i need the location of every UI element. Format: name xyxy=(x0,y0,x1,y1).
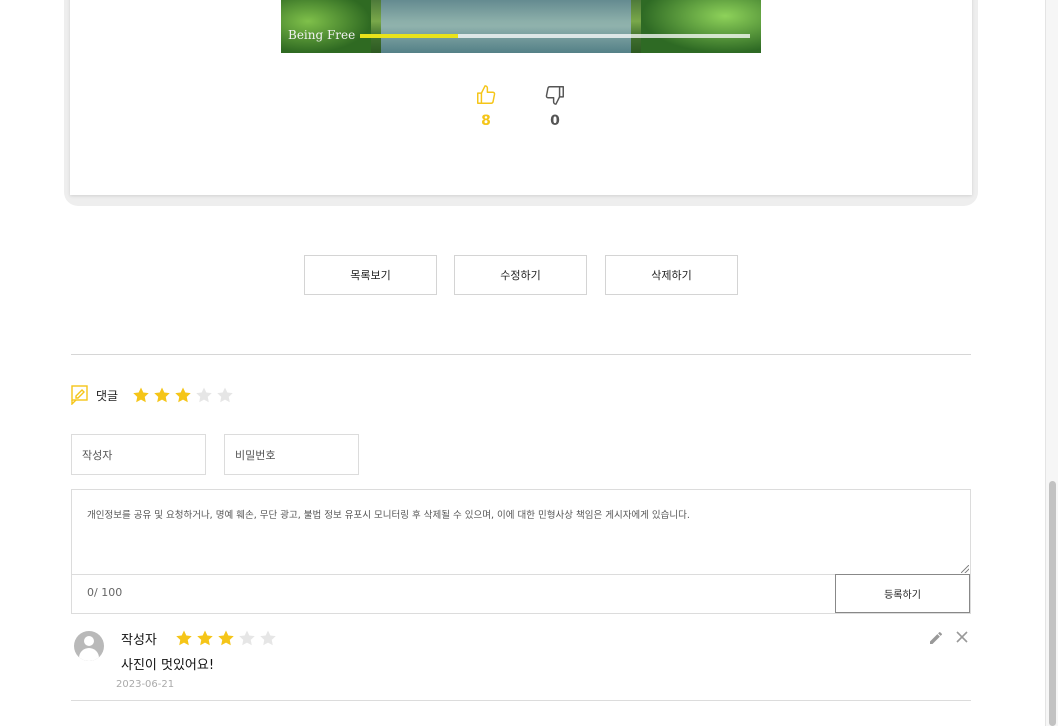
submit-comment-button[interactable]: 등록하기 xyxy=(835,574,970,613)
pencil-icon[interactable] xyxy=(928,630,944,646)
avatar xyxy=(74,631,104,661)
delete-post-button[interactable]: 삭제하기 xyxy=(605,255,738,295)
star-filled-icon[interactable] xyxy=(153,386,171,404)
star-filled-icon[interactable] xyxy=(174,386,192,404)
comment-section-title: 댓글 xyxy=(96,388,119,403)
star-empty-icon[interactable] xyxy=(216,386,234,404)
media-foliage-right xyxy=(641,0,761,53)
media-progress-track[interactable] xyxy=(360,34,750,38)
dislike-count: 0 xyxy=(550,113,560,129)
rating-input[interactable] xyxy=(132,386,237,404)
media-caption: Being Free xyxy=(288,28,356,42)
media-progress-fill xyxy=(360,34,458,38)
media-player[interactable]: Being Free xyxy=(281,0,761,53)
star-empty-icon xyxy=(260,630,276,646)
avatar-head xyxy=(84,636,94,646)
password-field[interactable]: 비밀번호 xyxy=(224,434,359,475)
edit-post-button[interactable]: 수정하기 xyxy=(454,255,587,295)
comment-author: 작성자 xyxy=(121,633,157,648)
page-scrollbar[interactable] xyxy=(1045,0,1058,726)
section-divider xyxy=(71,354,971,355)
avatar-body xyxy=(79,648,99,661)
comment-textarea-placeholder: 개인정보를 공유 및 요청하거나, 명예 훼손, 무단 광고, 불법 정보 유포… xyxy=(87,510,690,521)
author-field[interactable]: 작성자 xyxy=(71,434,206,475)
comment-footer: 0/ 100 등록하기 xyxy=(71,574,971,614)
star-filled-icon xyxy=(197,630,213,646)
star-filled-icon xyxy=(176,630,192,646)
list-button[interactable]: 목록보기 xyxy=(304,255,437,295)
scrollbar-thumb[interactable] xyxy=(1049,481,1056,726)
like-count: 8 xyxy=(481,113,491,129)
resize-handle[interactable] xyxy=(961,565,969,573)
comment-rating xyxy=(175,629,280,647)
comment-date: 2023-06-21 xyxy=(116,679,175,690)
thumbs-down-icon xyxy=(545,86,564,105)
media-water xyxy=(381,0,631,53)
comment-header: 댓글 xyxy=(71,384,237,406)
star-empty-icon[interactable] xyxy=(195,386,213,404)
comment-textarea[interactable]: 개인정보를 공유 및 요청하거나, 명예 훼손, 무단 광고, 불법 정보 유포… xyxy=(71,489,971,575)
star-filled-icon[interactable] xyxy=(132,386,150,404)
char-counter: 0/ 100 xyxy=(87,586,123,599)
star-filled-icon xyxy=(218,630,234,646)
close-icon[interactable] xyxy=(955,630,969,644)
comment-write-icon xyxy=(71,385,88,405)
star-empty-icon xyxy=(239,630,255,646)
media-foliage-left xyxy=(281,0,371,53)
dislike-button[interactable]: 0 xyxy=(535,84,575,129)
comment-text: 사진이 멋있어요! xyxy=(121,658,215,673)
thumbs-up-icon xyxy=(477,85,496,104)
like-button[interactable]: 8 xyxy=(466,84,506,129)
comment-item: 작성자 사진이 멋있어요! 2023-06-21 xyxy=(71,624,971,701)
